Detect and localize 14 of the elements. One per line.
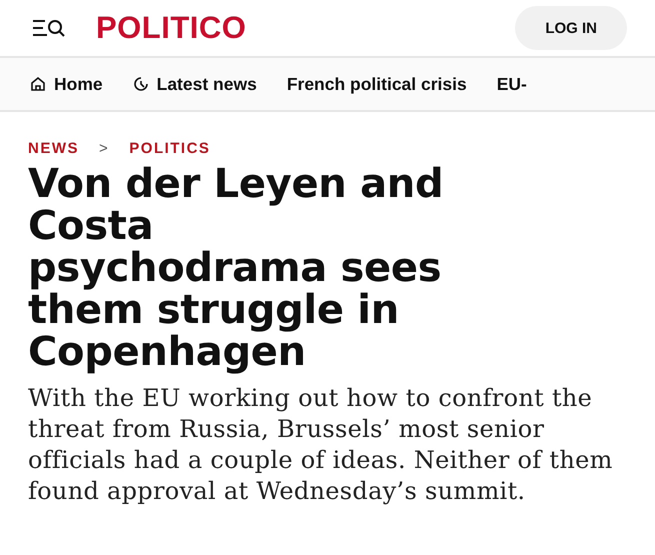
nav-link[interactable]: Home bbox=[30, 74, 103, 94]
breadcrumb-link[interactable]: POLITICS bbox=[129, 140, 210, 157]
search-menu-icon[interactable] bbox=[32, 18, 66, 38]
standfirst: With the EU working out how to confront the threat from Russia, Brussels’ most senior officials had a couple of ideas. Neither of them found approval at Wednesday’s summit. bbox=[28, 383, 614, 507]
nav-link[interactable]: French political crisis bbox=[286, 74, 467, 94]
nav-link[interactable]: Latest news bbox=[132, 74, 257, 94]
logo[interactable]: POLITICO bbox=[96, 10, 246, 46]
headline: Von der Leyen and Costa psychodrama sees them struggle in Copenhagen bbox=[28, 163, 444, 373]
home-icon bbox=[30, 76, 46, 92]
clock-icon bbox=[132, 76, 149, 92]
nav-link[interactable]: EU- bbox=[496, 74, 527, 94]
login-button[interactable]: LOG IN bbox=[515, 6, 627, 50]
breadcrumb-separator: > bbox=[99, 140, 110, 157]
breadcrumb-link[interactable]: NEWS bbox=[28, 140, 79, 157]
